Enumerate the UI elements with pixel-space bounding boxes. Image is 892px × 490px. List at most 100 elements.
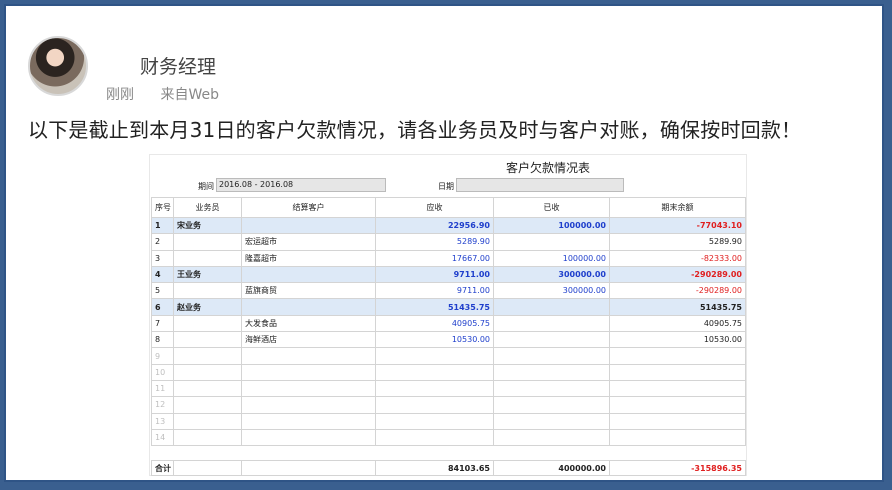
cell-seq: 7 — [151, 314, 174, 333]
user-name[interactable]: 财务经理 — [140, 52, 216, 79]
table-row: 2 宏运超市 5289.90 5289.90 — [151, 233, 746, 251]
cell-seq: 10 — [151, 363, 174, 381]
cell-seq: 12 — [151, 396, 174, 414]
col-header-seq: 序号 — [151, 197, 174, 218]
post-source[interactable]: 来自Web — [160, 87, 219, 103]
cell-balance: -290289.00 — [609, 265, 746, 284]
col-header-salesperson: 业务员 — [173, 197, 242, 218]
cell-receivable — [375, 428, 494, 447]
table-header-row: 序号 业务员 结算客户 应收 已收 期末余额 — [151, 197, 746, 218]
total-cell-empty — [241, 460, 376, 476]
cell-seq: 11 — [151, 379, 174, 398]
cell-salesperson — [173, 379, 242, 398]
cell-received: 300000.00 — [493, 265, 610, 284]
cell-receivable: 5289.90 — [375, 233, 494, 251]
cell-received: 100000.00 — [493, 216, 610, 235]
total-row-table: 合计 84103.65 400000.00 -315896.35 — [151, 460, 746, 476]
cell-received — [493, 412, 610, 430]
cell-balance: 40905.75 — [609, 314, 746, 333]
total-row: 合计 84103.65 400000.00 -315896.35 — [151, 460, 746, 476]
cell-customer: 海鲜酒店 — [241, 331, 376, 349]
cell-received — [493, 233, 610, 251]
cell-salesperson — [173, 331, 242, 349]
table-body: 1 宋业务 22956.90 100000.00 -77043.10 2 宏运超市 5289.… — [151, 216, 746, 447]
cell-receivable: 9711.00 — [375, 265, 494, 284]
cell-balance — [609, 412, 746, 430]
cell-balance: 51435.75 — [609, 298, 746, 316]
cell-receivable: 40905.75 — [375, 314, 494, 333]
table-row: 4 王业务 9711.00 300000.00 -290289.00 — [151, 265, 746, 284]
cell-customer — [241, 298, 376, 316]
cell-salesperson — [173, 347, 242, 365]
cell-receivable — [375, 363, 494, 381]
cell-customer — [241, 363, 376, 381]
cell-receivable: 22956.90 — [375, 216, 494, 235]
total-cell-empty — [173, 460, 242, 476]
cell-salesperson — [173, 412, 242, 430]
cell-receivable — [375, 379, 494, 398]
date-label: 日期 — [438, 182, 454, 191]
cell-received — [493, 379, 610, 398]
cell-received: 100000.00 — [493, 249, 610, 267]
avatar[interactable] — [28, 36, 88, 96]
cell-balance: -77043.10 — [609, 216, 746, 235]
cell-seq: 8 — [151, 331, 174, 349]
cell-receivable — [375, 396, 494, 414]
cell-seq: 3 — [151, 249, 174, 267]
cell-salesperson — [173, 363, 242, 381]
period-field: 2016.08 - 2016.08 — [216, 178, 386, 192]
table-row: 14 — [151, 428, 746, 447]
cell-salesperson: 宋业务 — [173, 216, 242, 235]
cell-received — [493, 314, 610, 333]
period-label: 期间 — [198, 182, 214, 191]
cell-customer — [241, 396, 376, 414]
cell-seq: 2 — [151, 233, 174, 251]
cell-balance — [609, 428, 746, 447]
cell-receivable — [375, 347, 494, 365]
cell-receivable: 51435.75 — [375, 298, 494, 316]
cell-received — [493, 347, 610, 365]
cell-balance — [609, 379, 746, 398]
total-received: 400000.00 — [493, 460, 610, 476]
table-row: 10 — [151, 363, 746, 381]
cell-seq: 6 — [151, 298, 174, 316]
cell-seq: 1 — [151, 216, 174, 235]
cell-seq: 5 — [151, 282, 174, 300]
cell-receivable: 10530.00 — [375, 331, 494, 349]
cell-salesperson: 王业务 — [173, 265, 242, 284]
cell-customer: 大发食品 — [241, 314, 376, 333]
cell-customer: 隆嘉超市 — [241, 249, 376, 267]
table-row: 9 — [151, 347, 746, 365]
cell-balance — [609, 347, 746, 365]
cell-customer — [241, 265, 376, 284]
cell-salesperson — [173, 396, 242, 414]
report-image[interactable]: 客户欠款情况表 期间 2016.08 - 2016.08 日期 序号 业务员 结… — [149, 154, 747, 476]
date-field — [456, 178, 624, 192]
cell-received — [493, 298, 610, 316]
cell-salesperson — [173, 428, 242, 447]
post-time: 刚刚 — [106, 87, 134, 103]
cell-balance: -82333.00 — [609, 249, 746, 267]
cell-received — [493, 396, 610, 414]
cell-seq: 9 — [151, 347, 174, 365]
cell-received — [493, 428, 610, 447]
total-balance: -315896.35 — [609, 460, 746, 476]
post-text: 以下是截止到本月31日的客户欠款情况，请各业务员及时与客户对账，确保按时回款！ — [28, 118, 802, 142]
cell-receivable — [375, 412, 494, 430]
cell-seq: 14 — [151, 428, 174, 447]
cell-received: 300000.00 — [493, 282, 610, 300]
weibo-post-card: 财务经理 刚刚 来自Web 以下是截止到本月31日的客户欠款情况，请各业务员及时… — [4, 4, 884, 482]
cell-salesperson — [173, 249, 242, 267]
cell-salesperson — [173, 233, 242, 251]
cell-customer: 蓝旗商贸 — [241, 282, 376, 300]
table-row: 12 — [151, 396, 746, 414]
col-header-customer: 结算客户 — [241, 197, 376, 218]
receivables-table: 序号 业务员 结算客户 应收 已收 期末余额 1 宋业务 22956.90 10000… — [151, 197, 746, 447]
cell-salesperson: 赵业务 — [173, 298, 242, 316]
cell-balance: 5289.90 — [609, 233, 746, 251]
cell-receivable: 9711.00 — [375, 282, 494, 300]
cell-salesperson — [173, 314, 242, 333]
cell-balance — [609, 363, 746, 381]
report-title: 客户欠款情况表 — [506, 161, 591, 175]
cell-balance — [609, 396, 746, 414]
